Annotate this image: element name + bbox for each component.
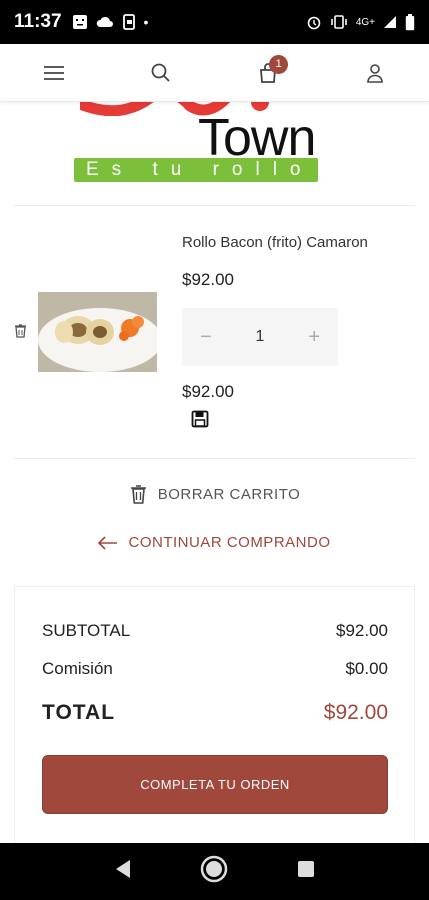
android-nav-bar: [0, 843, 429, 900]
status-bar: 11:37 • 4G+: [0, 0, 429, 44]
quantity-value[interactable]: 1: [256, 328, 265, 346]
status-time: 11:37: [14, 11, 62, 32]
screen-icon: [122, 14, 135, 30]
commission-value: $0.00: [345, 659, 388, 678]
menu-button[interactable]: [34, 53, 74, 93]
cart-badge: 1: [269, 54, 289, 74]
subtotal-value: $92.00: [336, 621, 388, 640]
menu-icon: [43, 65, 64, 80]
divider: [14, 205, 415, 206]
complete-order-button[interactable]: COMPLETA TU ORDEN: [42, 755, 388, 814]
dot-icon: •: [143, 14, 149, 30]
search-button[interactable]: [141, 53, 181, 93]
total-row: TOTAL $92.00: [42, 701, 388, 725]
cloud-icon: [96, 16, 113, 27]
trash-icon: [15, 324, 26, 338]
alarm-icon: [307, 16, 321, 30]
back-triangle-icon: [116, 860, 131, 878]
face-icon: [72, 15, 87, 29]
save-button[interactable]: [191, 410, 209, 433]
product-name[interactable]: Rollo Bacon (frito) Camaron: [182, 234, 368, 251]
remove-item-button[interactable]: [13, 323, 28, 343]
continue-shopping-link[interactable]: CONTINUAR COMPRANDO: [0, 534, 429, 551]
cart-item: Rollo Bacon (frito) Camaron $92.00 − 1 +…: [0, 208, 429, 458]
clear-cart-label: BORRAR CARRITO: [157, 485, 301, 503]
product-image[interactable]: [38, 292, 157, 372]
unit-price: $92.00: [182, 270, 234, 289]
store-logo[interactable]: Town Es tu rollo: [0, 102, 429, 202]
logo-tagline: Es tu rollo: [74, 158, 318, 182]
food-photo-icon: [38, 292, 157, 372]
search-icon: [151, 63, 170, 82]
continue-shopping-label: CONTINUAR COMPRANDO: [128, 534, 331, 551]
total-value: $92.00: [323, 701, 388, 724]
account-button[interactable]: [355, 53, 395, 93]
line-total: $92.00: [182, 382, 234, 401]
signal-icon: [384, 16, 396, 28]
clear-cart-button[interactable]: BORRAR CARRITO: [0, 484, 429, 504]
decrease-button[interactable]: −: [200, 326, 212, 349]
divider: [14, 458, 415, 459]
cart-button[interactable]: 1: [248, 53, 289, 93]
subtotal-row: SUBTOTAL $92.00: [42, 621, 388, 641]
arrow-left-icon: [98, 535, 118, 550]
recents-square-icon: [297, 861, 314, 877]
total-label: TOTAL: [42, 701, 116, 724]
increase-button[interactable]: +: [308, 326, 320, 349]
vibrate-icon: [331, 15, 347, 29]
subtotal-label: SUBTOTAL: [42, 621, 131, 640]
commission-row: Comisión $0.00: [42, 659, 388, 679]
home-circle-icon: [201, 855, 228, 883]
nav-back-button[interactable]: [114, 859, 132, 884]
nav-home-button[interactable]: [200, 855, 228, 888]
user-icon: [367, 63, 384, 83]
trash-icon: [130, 485, 146, 504]
network-label: 4G+: [355, 16, 375, 28]
save-icon: [191, 410, 209, 428]
nav-recents-button[interactable]: [297, 860, 315, 883]
commission-label: Comisión: [42, 659, 113, 678]
battery-icon: [405, 13, 415, 30]
order-summary: SUBTOTAL $92.00 Comisión $0.00 TOTAL $92…: [14, 586, 415, 846]
quantity-stepper: − 1 +: [182, 308, 338, 366]
app-header: 1: [0, 44, 429, 102]
